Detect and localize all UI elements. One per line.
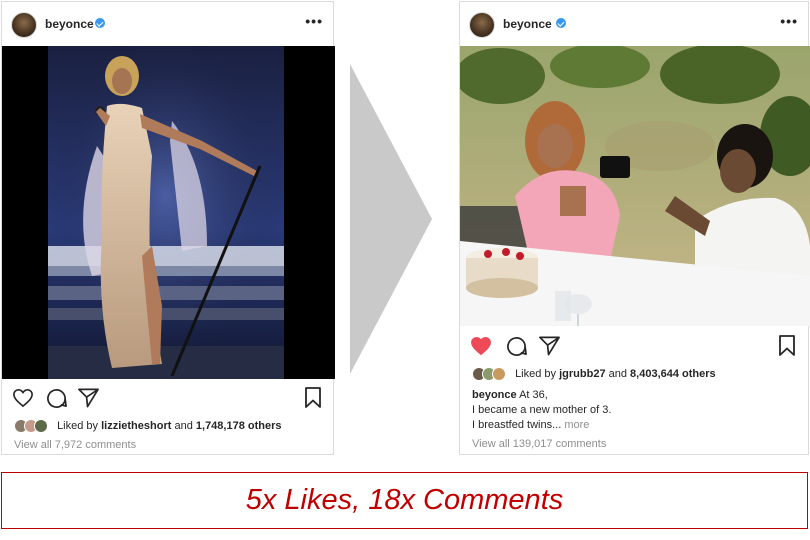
liked-by-and: and <box>174 419 193 432</box>
post-photo[interactable] <box>460 46 810 326</box>
right-post-card: beyonce ••• Liked by jgrubb27 and 8,403,… <box>459 1 810 455</box>
username[interactable]: beyonce <box>45 17 94 31</box>
liked-by-user[interactable]: jgrubb27 <box>559 368 605 380</box>
share-send-icon[interactable] <box>539 336 560 356</box>
caption-username[interactable]: beyonce <box>472 389 517 401</box>
username[interactable]: beyonce <box>503 17 552 31</box>
share-send-icon[interactable] <box>78 388 99 408</box>
action-bar <box>2 384 333 414</box>
more-options-icon[interactable]: ••• <box>305 14 323 28</box>
like-heart-icon[interactable] <box>12 388 34 408</box>
more-options-icon[interactable]: ••• <box>780 14 798 28</box>
caption-more-link[interactable]: more <box>564 419 589 431</box>
liker-avatars <box>14 419 50 433</box>
avatar <box>34 419 48 433</box>
view-all-comments-link[interactable]: View all 139,017 comments <box>472 438 606 450</box>
liked-by-label: Liked by <box>515 367 557 380</box>
view-all-comments-link[interactable]: View all 7,972 comments <box>14 439 136 451</box>
liked-by-user[interactable]: lizzietheshort <box>101 420 171 432</box>
caption-line: At 36, <box>519 389 548 401</box>
liked-by-and: and <box>608 367 627 380</box>
avatar <box>492 367 506 381</box>
post-caption: beyonce At 36, I became a new mother of … <box>472 388 611 433</box>
avatar[interactable] <box>11 12 37 38</box>
post-photo[interactable] <box>2 46 335 379</box>
likes-count[interactable]: 1,748,178 others <box>196 420 282 432</box>
summary-callout: 5x Likes, 18x Comments <box>1 472 808 529</box>
like-heart-icon[interactable] <box>470 336 492 356</box>
action-bar <box>460 332 808 362</box>
post-header: beyonce ••• <box>2 2 333 46</box>
likes-summary: Liked by lizzietheshort and 1,748,178 ot… <box>14 419 282 433</box>
caption-line: I breastfed twins... <box>472 419 562 431</box>
likes-count[interactable]: 8,403,644 others <box>630 368 716 380</box>
likes-summary: Liked by jgrubb27 and 8,403,644 others <box>472 367 716 381</box>
post-header: beyonce ••• <box>460 2 808 46</box>
comment-icon[interactable] <box>506 336 527 357</box>
avatar[interactable] <box>469 12 495 38</box>
caption-line: I became a new mother of 3. <box>472 404 612 416</box>
comment-icon[interactable] <box>46 388 67 409</box>
left-post-card: beyonce ••• Liked by lizzietheshort and … <box>1 1 335 455</box>
summary-text: 5x Likes, 18x Comments <box>245 484 564 516</box>
performer-photo <box>2 46 335 379</box>
transition-arrow <box>350 64 432 374</box>
verified-badge-icon <box>95 18 105 28</box>
celebration-photo <box>460 46 810 326</box>
liked-by-label: Liked by <box>57 419 99 432</box>
verified-badge-icon <box>556 18 566 28</box>
save-bookmark-icon[interactable] <box>778 335 796 357</box>
liker-avatars <box>472 367 508 381</box>
save-bookmark-icon[interactable] <box>304 387 322 409</box>
